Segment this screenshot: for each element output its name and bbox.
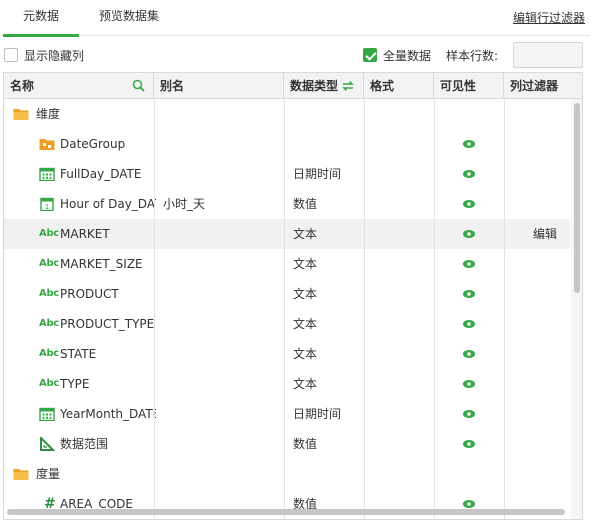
all-data-checkbox[interactable] bbox=[363, 48, 377, 62]
column-header-name-label: 名称 bbox=[10, 79, 35, 93]
row-name: YearMonth_DATE bbox=[60, 407, 156, 421]
calendar-day-icon: 1 bbox=[40, 197, 54, 211]
row-name: MARKET bbox=[60, 227, 110, 241]
row-name: 维度 bbox=[36, 107, 61, 121]
column-divider bbox=[434, 99, 435, 519]
column-header-format[interactable]: 格式 bbox=[364, 73, 434, 99]
row-datatype[interactable]: 文本 bbox=[293, 309, 317, 339]
row-datatype[interactable]: 数值 bbox=[293, 189, 317, 219]
column-header-column-filter[interactable]: 列过滤器 bbox=[504, 73, 582, 99]
column-divider bbox=[154, 99, 155, 519]
visible-eye-icon[interactable] bbox=[463, 320, 475, 328]
text-type-icon: Abc bbox=[39, 258, 59, 269]
options-bar: 显示隐藏列 全量数据 样本行数: bbox=[0, 40, 590, 70]
show-hidden-checkbox[interactable] bbox=[4, 48, 18, 62]
table-row-market-size[interactable]: Abc MARKET_SIZE 文本 bbox=[4, 249, 570, 279]
horizontal-scrollbar[interactable] bbox=[3, 507, 583, 519]
visible-eye-icon[interactable] bbox=[463, 230, 475, 238]
column-divider bbox=[504, 99, 505, 519]
row-datatype[interactable]: 文本 bbox=[293, 339, 317, 369]
text-type-icon: Abc bbox=[39, 378, 59, 389]
row-datatype[interactable]: 日期时间 bbox=[293, 399, 341, 429]
search-icon[interactable] bbox=[132, 79, 145, 92]
row-alias[interactable]: 小时_天 bbox=[163, 189, 205, 219]
table-row-data-range[interactable]: 数据范围 数值 bbox=[4, 429, 570, 459]
text-type-icon: Abc bbox=[39, 228, 59, 239]
table-row-product[interactable]: Abc PRODUCT 文本 bbox=[4, 279, 570, 309]
table-row-yearmonth-date[interactable]: YearMonth_DATE 日期时间 bbox=[4, 399, 570, 429]
column-divider bbox=[364, 99, 365, 519]
edit-row-filter-link[interactable]: 编辑行过滤器 bbox=[513, 9, 585, 26]
column-divider bbox=[284, 99, 285, 519]
row-datatype[interactable]: 文本 bbox=[293, 279, 317, 309]
row-name: PRODUCT bbox=[60, 287, 119, 301]
visible-eye-icon[interactable] bbox=[463, 440, 475, 448]
horizontal-scrollbar-thumb[interactable] bbox=[7, 509, 565, 515]
row-name: STATE bbox=[60, 347, 97, 361]
row-name: PRODUCT_TYPE bbox=[60, 317, 155, 331]
row-name: 数据范围 bbox=[60, 437, 109, 451]
table-row-state[interactable]: Abc STATE 文本 bbox=[4, 339, 570, 369]
visible-eye-icon[interactable] bbox=[463, 290, 475, 298]
column-header-datatype-label: 数据类型 bbox=[290, 79, 339, 93]
row-name: FullDay_DATE bbox=[60, 167, 142, 181]
row-datatype[interactable]: 文本 bbox=[293, 219, 317, 249]
table-row-hour-of-day[interactable]: 1 Hour of Day_DAT 小时_天 数值 bbox=[4, 189, 570, 219]
visible-eye-icon[interactable] bbox=[463, 380, 475, 388]
sample-rows-input[interactable] bbox=[513, 42, 583, 68]
table-row-group-measures[interactable]: 度量 bbox=[4, 459, 570, 489]
all-data-label: 全量数据 bbox=[383, 49, 432, 63]
visible-eye-icon[interactable] bbox=[463, 170, 475, 178]
edit-column-filter-link[interactable]: 编辑 bbox=[533, 219, 557, 249]
visible-eye-icon[interactable] bbox=[463, 200, 475, 208]
row-name: Hour of Day_DAT bbox=[60, 197, 156, 211]
table-row-fullday-date[interactable]: FullDay_DATE 日期时间 bbox=[4, 159, 570, 189]
folder-icon bbox=[13, 469, 29, 480]
row-datatype[interactable]: 文本 bbox=[293, 369, 317, 399]
visible-eye-icon[interactable] bbox=[463, 260, 475, 268]
metadata-table: 名称 别名 数据类型 格式 可见性 列过滤器 维度 DateGroup Full… bbox=[3, 72, 583, 520]
tab-bar: 元数据 预览数据集 编辑行过滤器 bbox=[0, 0, 590, 37]
visible-eye-icon[interactable] bbox=[463, 140, 475, 148]
text-type-icon: Abc bbox=[39, 348, 59, 359]
show-hidden-label: 显示隐藏列 bbox=[24, 49, 85, 63]
column-header-alias[interactable]: 别名 bbox=[154, 73, 284, 99]
table-row-product-type[interactable]: Abc PRODUCT_TYPE 文本 bbox=[4, 309, 570, 339]
row-name: TYPE bbox=[60, 377, 90, 391]
column-header-name[interactable]: 名称 bbox=[4, 73, 154, 99]
row-datatype[interactable]: 文本 bbox=[293, 249, 317, 279]
row-datatype[interactable]: 数值 bbox=[293, 429, 317, 459]
sample-rows-label: 样本行数: bbox=[446, 49, 499, 63]
folder-icon bbox=[13, 109, 29, 120]
calendar-icon bbox=[39, 167, 55, 181]
row-name: DateGroup bbox=[60, 137, 126, 151]
table-header: 名称 别名 数据类型 格式 可见性 列过滤器 bbox=[4, 73, 582, 99]
column-header-visibility[interactable]: 可见性 bbox=[434, 73, 504, 99]
table-row-group-dimensions[interactable]: 维度 bbox=[4, 99, 570, 129]
svg-text:1: 1 bbox=[45, 203, 49, 211]
text-type-icon: Abc bbox=[39, 288, 59, 299]
convert-icon[interactable] bbox=[341, 80, 355, 92]
table-body: 维度 DateGroup FullDay_DATE 日期时间 1 Hour of… bbox=[4, 99, 570, 517]
row-name: MARKET_SIZE bbox=[60, 257, 143, 271]
range-icon bbox=[40, 437, 55, 451]
vertical-scrollbar-thumb[interactable] bbox=[574, 103, 580, 293]
calendar-icon bbox=[39, 407, 55, 421]
row-name: 度量 bbox=[36, 467, 61, 481]
table-row-market[interactable]: Abc MARKET 文本 编辑 bbox=[4, 219, 570, 249]
visible-eye-icon[interactable] bbox=[463, 350, 475, 358]
vertical-scrollbar[interactable] bbox=[571, 99, 582, 519]
visible-eye-icon[interactable] bbox=[463, 410, 475, 418]
tab-metadata[interactable]: 元数据 bbox=[3, 0, 79, 37]
table-row-dategroup[interactable]: DateGroup bbox=[4, 129, 570, 159]
text-type-icon: Abc bbox=[39, 318, 59, 329]
row-datatype[interactable]: 日期时间 bbox=[293, 159, 341, 189]
tab-preview-dataset[interactable]: 预览数据集 bbox=[86, 0, 172, 36]
table-row-type[interactable]: Abc TYPE 文本 bbox=[4, 369, 570, 399]
hierarchy-folder-icon bbox=[39, 139, 55, 150]
column-header-datatype[interactable]: 数据类型 bbox=[284, 73, 364, 99]
